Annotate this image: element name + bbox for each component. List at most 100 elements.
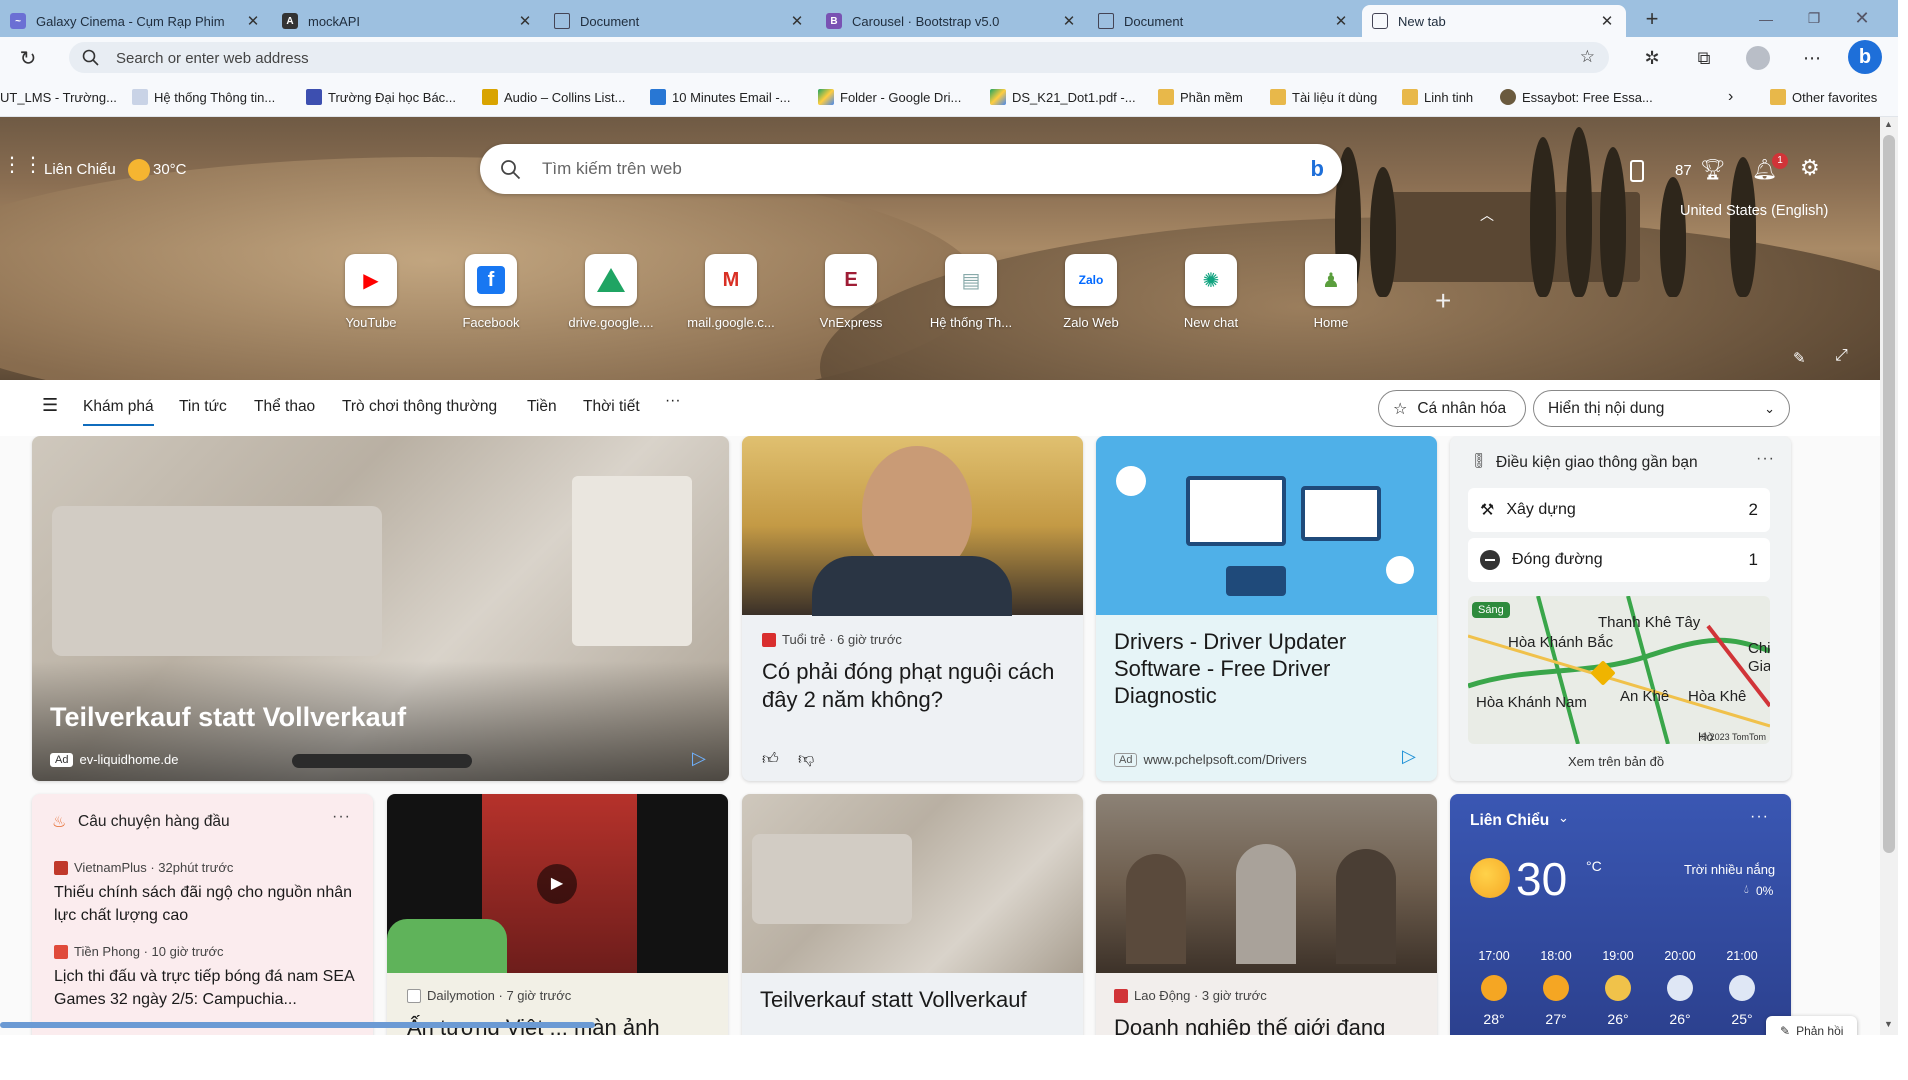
extensions-icon[interactable]: ✲ [1638,44,1666,72]
favorite-folder[interactable]: Tài liệu ít dùng [1270,77,1377,117]
nav-tien[interactable]: Tiền [527,398,557,416]
favorite-star-icon[interactable]: ☆ [1580,47,1595,67]
more-menu-icon[interactable]: ⋯ [1798,44,1826,72]
scroll-up-icon[interactable]: ▲ [1884,119,1893,129]
tab-mockapi[interactable]: A mockAPI ✕ [272,5,544,37]
favorite-item[interactable]: 10 Minutes Email -... [650,77,791,117]
ad-card-drivers[interactable]: Drivers - Driver Updater Software - Free… [1096,436,1437,781]
close-window-button[interactable]: ✕ [1838,0,1886,37]
close-tab-icon[interactable]: ✕ [1060,12,1078,30]
quick-link-youtube[interactable]: ▶ YouTube [321,254,421,330]
thumbs-down-icon[interactable]: 👎︎ [798,750,814,769]
quick-link-chatgpt[interactable]: ✺ New chat [1161,254,1261,330]
favorite-item[interactable]: Hệ thống Thông tin... [132,77,275,117]
nav-the-thao[interactable]: Thể thao [254,398,315,416]
story-item[interactable]: VietnamPlus · 32phút trước Thiếu chính s… [54,860,354,927]
settings-gear-icon[interactable]: ⚙ [1800,155,1820,181]
scroll-down-icon[interactable]: ▼ [1884,1019,1893,1029]
hourly-forecast[interactable]: 18:00 27° [1530,949,1582,1027]
ad-card-large[interactable]: Teilverkauf statt Vollverkauf Ad ev-liqui… [32,436,729,781]
close-tab-icon[interactable]: ✕ [244,12,262,30]
collapse-chevron-icon[interactable]: ︿ [1480,205,1494,225]
region-label[interactable]: United States (English) [1680,203,1828,219]
quick-link-facebook[interactable]: f Facebook [441,254,541,330]
quick-link-system[interactable]: ▤ Hệ thống Th... [921,254,1021,330]
hero-location[interactable]: Liên Chiểu [44,161,116,178]
rewards-points[interactable]: 87 [1675,162,1692,179]
quick-link-zalo[interactable]: Zalo Zalo Web [1041,254,1141,330]
more-options-icon[interactable]: ··· [332,808,351,826]
story-item[interactable]: Tiền Phong · 10 giờ trước Lịch thi đấu v… [54,944,354,1011]
web-search-box[interactable]: Tìm kiếm trên web b [480,144,1342,194]
nav-tin-tuc[interactable]: Tin tức [179,398,227,416]
hamburger-menu-icon[interactable]: ☰ [42,395,58,416]
horizontal-scrollbar[interactable] [0,1022,595,1028]
top-stories-widget[interactable]: ♨ Câu chuyện hàng đầu ··· VietnamPlus · … [32,794,373,1035]
mobile-icon[interactable] [1630,160,1644,182]
ad-headline[interactable]: Teilverkauf statt Vollverkauf [50,702,406,733]
weather-widget[interactable]: Liên Chiểu ⌄ ··· 30 °C Trời nhiều nắng 💧… [1450,794,1791,1035]
nav-thoi-tiet[interactable]: Thời tiết [583,398,640,416]
bing-copilot-icon[interactable]: b [1848,40,1882,74]
profile-avatar[interactable] [1744,44,1772,72]
vertical-scrollbar-track[interactable]: ▲ ▼ [1880,117,1898,1035]
new-tab-button[interactable]: + [1628,0,1676,37]
refresh-icon[interactable]: ↻ [15,45,41,71]
video-card[interactable]: ▶ Dailymotion · 7 giờ trước Ấn tượng Việ… [387,794,728,1035]
close-tab-icon[interactable]: ✕ [788,12,806,30]
traffic-row-road-closed[interactable]: Đóng đường 1 [1468,538,1770,582]
quick-link-home[interactable]: ♟ Home [1281,254,1381,330]
personalize-button[interactable]: ☆ Cá nhân hóa [1378,390,1526,427]
close-tab-icon[interactable]: ✕ [516,12,534,30]
traffic-row-construction[interactable]: ⚒ Xây dựng 2 [1468,488,1770,532]
nav-kham-pha[interactable]: Khám phá [83,398,154,426]
close-tab-icon[interactable]: ✕ [1598,12,1616,30]
hero-temp[interactable]: 30°C [153,161,187,178]
quick-link-vnexpress[interactable]: E VnExpress [801,254,901,330]
news-card[interactable]: Tuổi trẻ · 6 giờ trước Có phải đóng phạt… [742,436,1083,781]
close-tab-icon[interactable]: ✕ [1332,12,1350,30]
feedback-button[interactable]: ✎ Phản hồi [1766,1016,1858,1035]
nav-tro-choi[interactable]: Trò chơi thông thường [342,398,497,416]
traffic-map[interactable]: Sáng Thanh Khê Tây Hòa Khánh Bắc Hòa Khá… [1468,596,1770,744]
tab-galaxy-cinema[interactable]: ~ Galaxy Cinema - Cụm Rạp Phim ✕ [0,5,272,37]
vertical-scrollbar-thumb[interactable] [1883,135,1895,853]
edit-background-icon[interactable]: ✎ [1793,349,1806,367]
apps-grid-icon[interactable]: ⋮⋮ [2,155,44,175]
favorite-item[interactable]: Trường Đại học Bác... [306,77,456,117]
favorite-folder[interactable]: Phần mềm [1158,77,1243,117]
hourly-forecast[interactable]: 17:00 28° [1468,949,1520,1027]
content-display-dropdown[interactable]: Hiển thị nội dung ⌄ [1533,390,1790,427]
traffic-widget[interactable]: 🚦︎ Điều kiện giao thông gần bạn ··· ⚒ Xây… [1450,436,1791,781]
ad-card-small[interactable]: Teilverkauf statt Vollverkauf [742,794,1083,1035]
favorite-item[interactable]: UT_LMS - Trường... [0,77,117,117]
adchoices-icon[interactable]: ▷ [1402,746,1416,767]
favorite-item[interactable]: Essaybot: Free Essa... [1500,77,1653,117]
maximize-button[interactable]: ❐ [1790,0,1838,37]
chevron-down-icon[interactable]: ⌄ [1558,810,1569,826]
hourly-forecast[interactable]: 19:00 26° [1592,949,1644,1027]
other-favorites-folder[interactable]: Other favorites [1770,77,1877,117]
view-on-map-link[interactable]: Xem trên bản đồ [1568,754,1664,769]
bing-icon[interactable]: b [1311,156,1324,182]
favorite-item[interactable]: DS_K21_Dot1.pdf -... [990,77,1136,117]
nav-more[interactable]: ··· [665,392,681,410]
quick-link-drive[interactable]: drive.google.... [561,254,661,330]
hourly-forecast[interactable]: 21:00 25° [1716,949,1768,1027]
expand-icon[interactable]: ⤢ [1835,347,1848,365]
more-options-icon[interactable]: ··· [1756,450,1775,468]
tab-document-1[interactable]: Document ✕ [544,5,816,37]
tab-document-2[interactable]: Document ✕ [1088,5,1360,37]
favorite-item[interactable]: Audio – Collins List... [482,77,625,117]
minimize-button[interactable]: — [1742,0,1790,37]
news-card[interactable]: Lao Động · 3 giờ trước Doanh nghiệp thế … [1096,794,1437,1035]
favorite-item[interactable]: Folder - Google Dri... [818,77,961,117]
add-quick-link-icon[interactable]: + [1435,285,1451,317]
quick-link-gmail[interactable]: Mmail.google.c... [681,254,781,330]
rewards-trophy-icon[interactable]: 🏆︎ [1700,157,1725,182]
chevron-right-icon[interactable]: › [1728,77,1733,117]
favorite-folder[interactable]: Linh tinh [1402,77,1473,117]
thumbs-up-icon[interactable]: 👍︎ [762,750,779,769]
ad-headline[interactable]: Drivers - Driver Updater Software - Free… [1114,628,1424,709]
tab-bootstrap-carousel[interactable]: B Carousel · Bootstrap v5.0 ✕ [816,5,1088,37]
